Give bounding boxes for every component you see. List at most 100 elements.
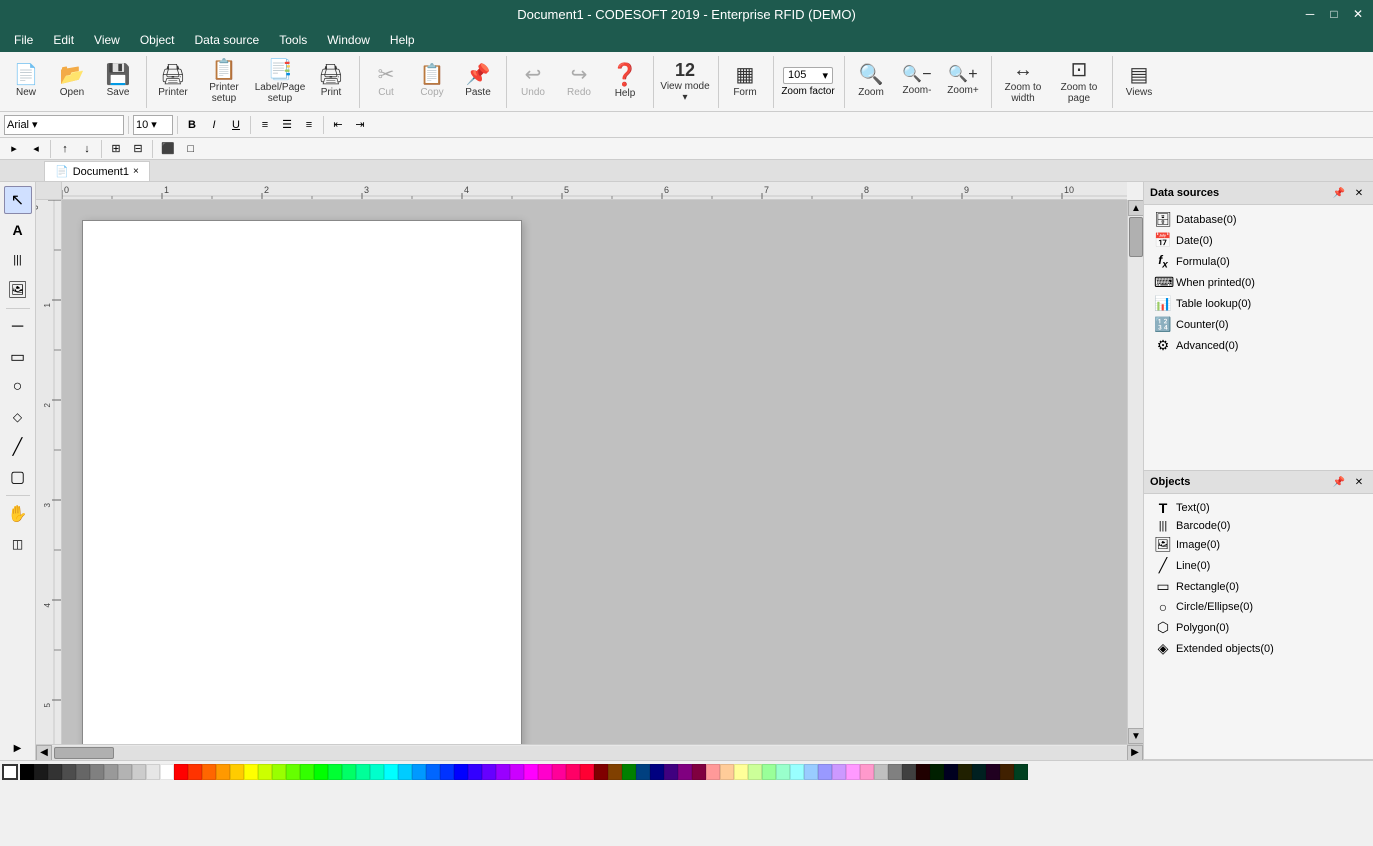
color-swatch[interactable]	[608, 764, 622, 780]
zoompage-button[interactable]: ⊡ Zoom to page	[1052, 57, 1106, 107]
color-swatch[interactable]	[650, 764, 664, 780]
paste-button[interactable]: 📌 Paste	[456, 57, 500, 107]
color-swatch[interactable]	[230, 764, 244, 780]
color-swatch[interactable]	[174, 764, 188, 780]
datasource-formula[interactable]: fx Formula(0)	[1150, 251, 1367, 272]
image-tool[interactable]: 🖼	[4, 276, 32, 304]
minimize-button[interactable]: ─	[1299, 4, 1321, 24]
undo-button[interactable]: ↩ Undo	[511, 57, 555, 107]
color-swatch[interactable]	[972, 764, 986, 780]
color-swatch[interactable]	[146, 764, 160, 780]
menu-edit[interactable]: Edit	[43, 31, 84, 49]
object-polygon[interactable]: ⬡ Polygon(0)	[1150, 617, 1367, 638]
objects-pin-button[interactable]: 📌	[1331, 474, 1347, 490]
object-text[interactable]: T Text(0)	[1150, 498, 1367, 518]
menu-file[interactable]: File	[4, 31, 43, 49]
color-swatch[interactable]	[188, 764, 202, 780]
color-swatch[interactable]	[930, 764, 944, 780]
color-swatch[interactable]	[216, 764, 230, 780]
color-swatch[interactable]	[776, 764, 790, 780]
text-tool[interactable]: A	[4, 216, 32, 244]
color-swatch[interactable]	[132, 764, 146, 780]
color-swatch[interactable]	[958, 764, 972, 780]
color-swatch[interactable]	[328, 764, 342, 780]
color-swatch[interactable]	[202, 764, 216, 780]
zoomin-button[interactable]: 🔍+ Zoom+	[941, 57, 985, 107]
color-swatch[interactable]	[1014, 764, 1028, 780]
color-swatch[interactable]	[90, 764, 104, 780]
color-swatch[interactable]	[412, 764, 426, 780]
color-swatch[interactable]	[720, 764, 734, 780]
tb3-btn1[interactable]: ▸	[4, 139, 24, 159]
object-rectangle[interactable]: ▭ Rectangle(0)	[1150, 576, 1367, 597]
tb3-btn3[interactable]: ↑	[55, 139, 75, 159]
tb3-btn8[interactable]: □	[181, 139, 201, 159]
print-button[interactable]: 🖨 Print	[309, 57, 353, 107]
color-swatch[interactable]	[300, 764, 314, 780]
zoomwidth-button[interactable]: ↔ Zoom to width	[996, 57, 1050, 107]
color-swatch[interactable]	[622, 764, 636, 780]
color-swatch[interactable]	[440, 764, 454, 780]
open-button[interactable]: 📂 Open	[50, 57, 94, 107]
font-size-select[interactable]: 10 ▾	[133, 115, 173, 135]
color-swatch[interactable]	[496, 764, 510, 780]
bold-button[interactable]: B	[182, 115, 202, 135]
menu-datasource[interactable]: Data source	[185, 31, 270, 49]
color-swatch[interactable]	[832, 764, 846, 780]
datasource-counter[interactable]: 🔢 Counter(0)	[1150, 314, 1367, 335]
color-swatch[interactable]	[62, 764, 76, 780]
datasource-tablelookup[interactable]: 📊 Table lookup(0)	[1150, 293, 1367, 314]
color-swatch[interactable]	[286, 764, 300, 780]
objects-close-button[interactable]: ✕	[1351, 474, 1367, 490]
scroll-up-button[interactable]: ▲	[1128, 200, 1143, 216]
scroll-left-button[interactable]: ◀	[36, 745, 52, 761]
datasources-close-button[interactable]: ✕	[1351, 185, 1367, 201]
color-swatch[interactable]	[1000, 764, 1014, 780]
color-swatch[interactable]	[664, 764, 678, 780]
scroll-thumb-v[interactable]	[1129, 217, 1143, 257]
align-center-button[interactable]: ☰	[277, 115, 297, 135]
tb3-btn5[interactable]: ⊞	[106, 139, 126, 159]
tb3-btn6[interactable]: ⊟	[128, 139, 148, 159]
tb3-btn2[interactable]: ◂	[26, 139, 46, 159]
color-swatch[interactable]	[636, 764, 650, 780]
color-swatch[interactable]	[804, 764, 818, 780]
tb3-btn4[interactable]: ↓	[77, 139, 97, 159]
align-left-button[interactable]: ≡	[255, 115, 275, 135]
align-right-button[interactable]: ≡	[299, 115, 319, 135]
color-swatch[interactable]	[76, 764, 90, 780]
copy-button[interactable]: 📋 Copy	[410, 57, 454, 107]
color-swatch[interactable]	[482, 764, 496, 780]
underline-button[interactable]: U	[226, 115, 246, 135]
object-circle[interactable]: ○ Circle/Ellipse(0)	[1150, 597, 1367, 617]
color-swatch[interactable]	[986, 764, 1000, 780]
scroll-track-h[interactable]	[52, 746, 1127, 760]
maximize-button[interactable]: □	[1323, 4, 1345, 24]
indent-more-button[interactable]: ⇥	[350, 115, 370, 135]
scroll-thumb-h[interactable]	[54, 747, 114, 759]
select-tool[interactable]: ↖	[4, 186, 32, 214]
hline-tool[interactable]: ─	[4, 313, 32, 341]
datasources-pin-button[interactable]: 📌	[1331, 185, 1347, 201]
color-swatch[interactable]	[468, 764, 482, 780]
color-swatch[interactable]	[762, 764, 776, 780]
color-swatch[interactable]	[426, 764, 440, 780]
color-swatch[interactable]	[818, 764, 832, 780]
roundrect-tool[interactable]: ▢	[4, 463, 32, 491]
close-button[interactable]: ✕	[1347, 4, 1369, 24]
redo-button[interactable]: ↪ Redo	[557, 57, 601, 107]
color-swatch[interactable]	[706, 764, 720, 780]
diag-tool[interactable]: ╱	[4, 433, 32, 461]
diamond-tool[interactable]: ◇	[4, 403, 32, 431]
color-swatch[interactable]	[314, 764, 328, 780]
object-extended[interactable]: ◈ Extended objects(0)	[1150, 638, 1367, 659]
scroll-right-button[interactable]: ▶	[1127, 745, 1143, 761]
datasource-database[interactable]: 🗄 Database(0)	[1150, 209, 1367, 230]
color-swatch[interactable]	[356, 764, 370, 780]
color-transparent[interactable]	[2, 764, 18, 780]
color-swatch[interactable]	[510, 764, 524, 780]
menu-help[interactable]: Help	[380, 31, 425, 49]
datasource-date[interactable]: 📅 Date(0)	[1150, 230, 1367, 251]
printersetup-button[interactable]: 📋 Printer setup	[197, 57, 251, 107]
zoom-button[interactable]: 🔍 Zoom	[849, 57, 893, 107]
